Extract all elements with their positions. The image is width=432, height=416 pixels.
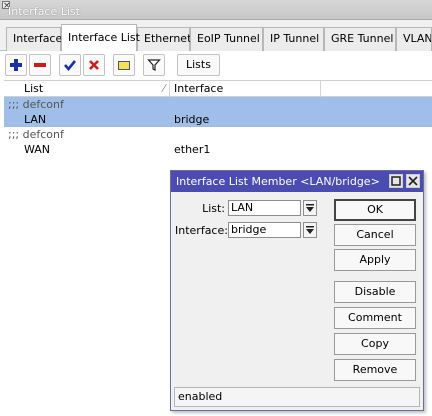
column-header-interface[interactable]: Interface — [170, 81, 321, 97]
disable-button[interactable]: Disable — [334, 281, 416, 303]
filter-icon — [147, 59, 161, 71]
remove-button[interactable] — [29, 54, 51, 76]
copy-button[interactable]: Copy — [334, 333, 416, 355]
row-interface-cell: bridge — [174, 113, 210, 126]
tab-ethernet[interactable]: Ethernet — [137, 27, 191, 51]
tab-interface-list[interactable]: Interface List — [61, 24, 140, 51]
add-button[interactable] — [5, 54, 27, 76]
row-comment-text: ;;; defconf — [8, 98, 64, 111]
window-title-bar: × Interface List — [0, 0, 432, 20]
lists-button[interactable]: Lists — [177, 54, 220, 76]
list-field-label: List: — [202, 202, 225, 215]
chevron-down-icon — [306, 204, 314, 212]
maximize-button[interactable] — [389, 174, 403, 188]
list-row[interactable]: LAN bridge — [4, 112, 432, 127]
list-row-comment[interactable]: ;;; defconf — [4, 97, 432, 112]
row-comment-text: ;;; defconf — [8, 128, 64, 141]
tab-ip-tunnel[interactable]: IP Tunnel — [263, 27, 324, 51]
ok-button[interactable]: OK — [334, 199, 416, 221]
list-dropdown-button[interactable] — [303, 200, 317, 216]
interface-list-member-dialog: Interface List Member <LAN/bridge> List:… — [170, 170, 424, 411]
list-row-comment[interactable]: ;;; defconf — [4, 127, 432, 142]
row-list-cell: WAN — [24, 143, 51, 156]
comment-button[interactable]: Comment — [334, 307, 416, 329]
filter-button[interactable] — [143, 54, 165, 76]
plus-icon — [10, 59, 22, 71]
tab-interface[interactable]: Interface — [6, 27, 62, 51]
dialog-title-bar[interactable]: Interface List Member <LAN/bridge> — [171, 171, 423, 192]
row-list-cell: LAN — [24, 113, 47, 126]
minus-icon — [34, 63, 46, 67]
column-header-list[interactable]: List ⁄ — [20, 81, 170, 97]
disable-button[interactable] — [83, 54, 105, 76]
dialog-close-button[interactable] — [406, 174, 420, 188]
apply-button[interactable]: Apply — [334, 249, 416, 271]
window-title: Interface List — [8, 5, 80, 18]
list-select[interactable]: LAN — [228, 200, 301, 216]
interface-field-label: Interface: — [175, 224, 228, 237]
column-header-list-label: List — [24, 82, 44, 95]
interface-dropdown-button[interactable] — [303, 222, 317, 238]
sort-icon: ⁄ — [163, 82, 165, 95]
check-icon — [64, 60, 77, 72]
x-icon — [89, 60, 99, 70]
close-icon — [408, 176, 418, 186]
note-icon — [118, 61, 130, 70]
enable-button[interactable] — [59, 54, 81, 76]
list-row[interactable]: WAN ether1 — [4, 142, 432, 157]
row-interface-cell: ether1 — [174, 143, 211, 156]
toolbar: Lists — [0, 51, 432, 80]
maximize-icon — [391, 176, 401, 186]
tab-vlan[interactable]: VLAN — [396, 27, 432, 51]
list-header: List ⁄ Interface — [4, 80, 432, 97]
status-bar: enabled — [174, 387, 420, 407]
remove-button[interactable]: Remove — [334, 359, 416, 381]
cancel-button[interactable]: Cancel — [334, 224, 416, 246]
chevron-down-icon — [306, 226, 314, 234]
dialog-title: Interface List Member <LAN/bridge> — [176, 175, 380, 188]
tab-gre-tunnel[interactable]: GRE Tunnel — [324, 27, 396, 51]
interface-select[interactable]: bridge — [228, 222, 301, 238]
tab-eoip-tunnel[interactable]: EoIP Tunnel — [190, 27, 263, 51]
comment-button[interactable] — [113, 54, 135, 76]
tab-bar: Interface Interface List Ethernet EoIP T… — [0, 20, 432, 51]
